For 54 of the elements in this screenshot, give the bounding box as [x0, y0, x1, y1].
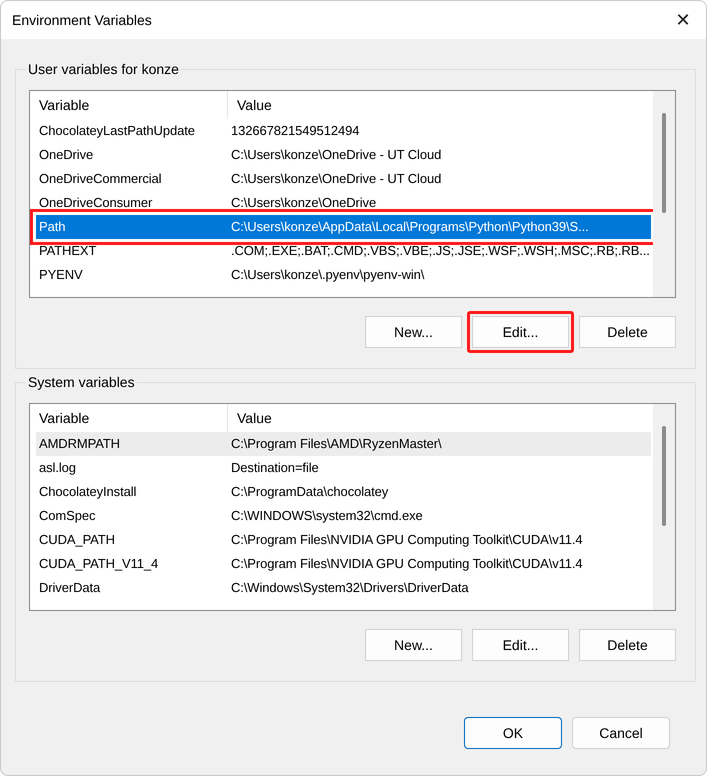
window-title: Environment Variables — [12, 12, 152, 28]
variables-list[interactable] — [29, 90, 676, 298]
variable-name: OneDriveConsumer — [38, 194, 154, 212]
dialog-button[interactable]: Cancel — [572, 717, 670, 749]
variable-value: C:\Windows\System32\Drivers\DriverData — [230, 579, 468, 597]
column-header[interactable]: Value — [228, 404, 272, 432]
scrollbar[interactable] — [653, 91, 675, 297]
list-row[interactable]: ComSpec C:\WINDOWS\system32\cmd.exe — [36, 504, 651, 528]
list-row[interactable]: OneDriveCommercial C:\Users\konze\OneDrive - UT Cloud — [36, 167, 651, 191]
column-header[interactable]: Variable — [30, 91, 228, 119]
scrollbar[interactable] — [653, 404, 675, 610]
variable-value: C:\ProgramData\chocolatey — [230, 483, 388, 501]
variable-value: C:\Program Files\NVIDIA GPU Computing Toolkit\CUDA\v11.4 — [230, 555, 583, 573]
variable-value: C:\Users\konze\.pyenv\pyenv-win\ — [230, 266, 424, 284]
list-row[interactable]: CUDA_PATH_V11_4 C:\Program Files\NVIDIA GPU Computing Toolkit\CUDA\v11.4 — [36, 552, 651, 576]
variable-name: PYENV — [38, 266, 84, 284]
list-row[interactable]: DriverData C:\Windows\System32\Drivers\DriverData — [36, 576, 651, 600]
close-button[interactable]: ✕ — [660, 1, 706, 39]
variable-value: C:\Users\konze\AppData\Local\Programs\Python\Python39\S... — [230, 218, 589, 236]
variable-value: Destination=file — [230, 459, 319, 477]
list-row[interactable]: OneDriveConsumer C:\Users\konze\OneDrive — [36, 191, 651, 215]
variable-name: CUDA_PATH — [38, 531, 116, 549]
list-row[interactable]: asl.log Destination=file — [36, 456, 651, 480]
list-row[interactable]: CUDA_PATH C:\Program Files\NVIDIA GPU Computing Toolkit\CUDA\v11.4 — [36, 528, 651, 552]
list-row[interactable]: AMDRMPATH C:\Program Files\AMD\RyzenMaster\ — [36, 432, 651, 456]
variable-name: ChocolateyLastPathUpdate — [38, 122, 196, 140]
variable-name: CUDA_PATH_V11_4 — [38, 555, 160, 573]
variables-list[interactable] — [29, 403, 676, 611]
list-row[interactable]: Path C:\Users\konze\AppData\Local\Programs\Python\Python39\S... — [36, 215, 651, 239]
variable-name: PATHEXT — [38, 242, 98, 260]
variable-name: AMDRMPATH — [38, 435, 121, 453]
variable-name: asl.log — [38, 459, 77, 477]
variable-name: OneDriveCommercial — [38, 170, 162, 188]
variable-value: C:\Users\konze\OneDrive - UT Cloud — [230, 170, 442, 188]
dialog-button[interactable]: OK — [464, 717, 562, 749]
variable-value: .COM;.EXE;.BAT;.CMD;.VBS;.VBE;.JS;.JSE;.WSF;.WSH;.MSC;.RB;.RB... — [230, 242, 650, 260]
variable-value: C:\WINDOWS\system32\cmd.exe — [230, 507, 423, 525]
list-row[interactable]: PATHEXT .COM;.EXE;.BAT;.CMD;.VBS;.VBE;.JS;.JSE;.WSF;.WSH;.MSC;.RB;.RB... — [36, 239, 651, 263]
column-header[interactable]: Value — [228, 91, 272, 119]
variable-name: ComSpec — [38, 507, 96, 525]
variable-name: ChocolateyInstall — [38, 483, 138, 501]
variable-value: C:\Program Files\AMD\RyzenMaster\ — [230, 435, 442, 453]
variable-value: C:\Program Files\NVIDIA GPU Computing Toolkit\CUDA\v11.4 — [230, 531, 583, 549]
list-row[interactable]: ChocolateyInstall C:\ProgramData\chocolatey — [36, 480, 651, 504]
variable-name: DriverData — [38, 579, 102, 597]
variable-name: OneDrive — [38, 146, 94, 164]
variable-value: C:\Users\konze\OneDrive - UT Cloud — [230, 146, 442, 164]
action-button[interactable]: Edit... — [467, 311, 574, 353]
variable-value: 132667821549512494 — [230, 122, 360, 140]
variable-name: Path — [38, 218, 66, 236]
list-row[interactable]: PYENV C:\Users\konze\.pyenv\pyenv-win\ — [36, 263, 651, 287]
list-row[interactable]: OneDrive C:\Users\konze\OneDrive - UT Cloud — [36, 143, 651, 167]
variable-value: C:\Users\konze\OneDrive — [230, 194, 376, 212]
list-row[interactable]: ChocolateyLastPathUpdate 132667821549512494 — [36, 119, 651, 143]
